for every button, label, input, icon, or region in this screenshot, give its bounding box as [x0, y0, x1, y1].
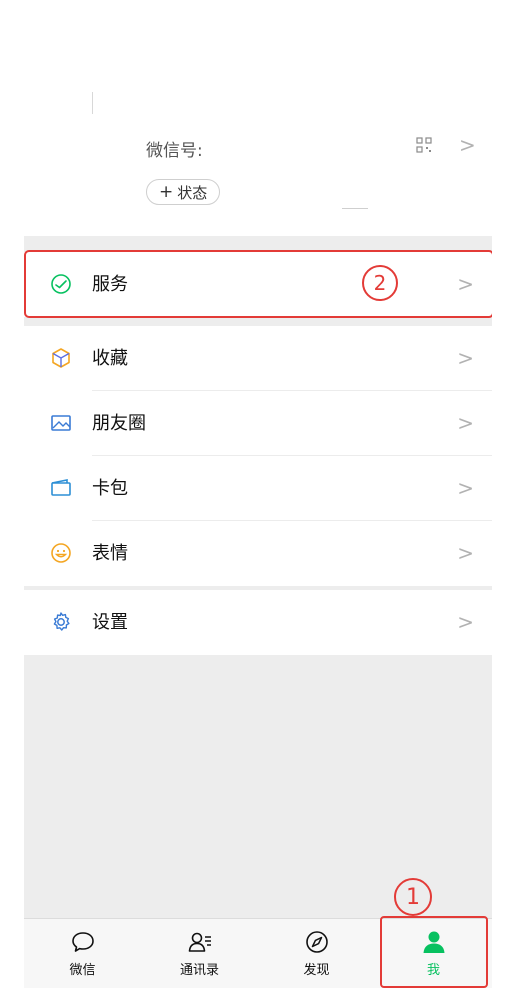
chevron-right-icon: >: [457, 411, 474, 435]
main-menu-group: 收藏 > 朋友圈 > 卡包 > 表情 >: [24, 326, 492, 586]
wechat-me-screen: 微信号: > + 状态 服务 > 收藏 > 朋友圈 > 卡包 > 表情 > 设置…: [24, 6, 492, 988]
divider: [342, 208, 368, 209]
menu-item-cards[interactable]: 卡包 >: [24, 456, 492, 521]
tab-label: 微信: [69, 963, 96, 978]
contacts-icon: [188, 932, 211, 952]
tab-label: 发现: [303, 963, 330, 978]
chevron-right-icon: >: [457, 541, 474, 565]
menu-item-moments[interactable]: 朋友圈 >: [24, 391, 492, 456]
menu-item-label: 卡包: [92, 478, 128, 499]
compass-icon: [306, 931, 328, 953]
nickname-placeholder: [92, 92, 93, 114]
image-icon: [51, 415, 71, 431]
menu-item-stickers[interactable]: 表情 >: [24, 521, 492, 586]
card-wallet-icon: [51, 479, 71, 496]
status-label: 状态: [177, 183, 208, 202]
gear-icon: [53, 612, 70, 631]
step-1-badge: 1: [394, 878, 432, 916]
menu-item-favorites[interactable]: 收藏 >: [24, 326, 492, 391]
menu-item-settings[interactable]: 设置 >: [24, 590, 492, 655]
chat-bubble-icon: [72, 932, 94, 952]
chevron-right-icon: >: [457, 476, 474, 500]
plus-icon: +: [159, 182, 174, 202]
menu-item-label: 表情: [92, 543, 128, 564]
menu-item-label: 朋友圈: [92, 413, 146, 434]
menu-item-label: 设置: [92, 612, 128, 633]
add-status-button[interactable]: + 状态: [146, 179, 221, 205]
profile-chevron-icon: >: [459, 133, 476, 157]
cube-icon: [52, 348, 70, 368]
wechat-id-label: 微信号:: [146, 141, 203, 161]
qr-code-icon[interactable]: [416, 137, 432, 153]
chevron-right-icon: >: [457, 610, 474, 634]
highlight-service: [24, 250, 492, 318]
chevron-right-icon: >: [457, 346, 474, 370]
tab-discover[interactable]: 发现: [258, 919, 375, 988]
smiley-icon: [51, 543, 71, 563]
highlight-me-tab: [380, 916, 488, 988]
step-2-badge: 2: [362, 265, 398, 301]
tab-label: 通讯录: [179, 963, 219, 978]
menu-item-label: 收藏: [92, 348, 128, 369]
tab-chats[interactable]: 微信: [24, 919, 141, 988]
profile-header[interactable]: 微信号: > + 状态: [24, 6, 492, 236]
tab-contacts[interactable]: 通讯录: [141, 919, 258, 988]
settings-group: 设置 >: [24, 590, 492, 655]
